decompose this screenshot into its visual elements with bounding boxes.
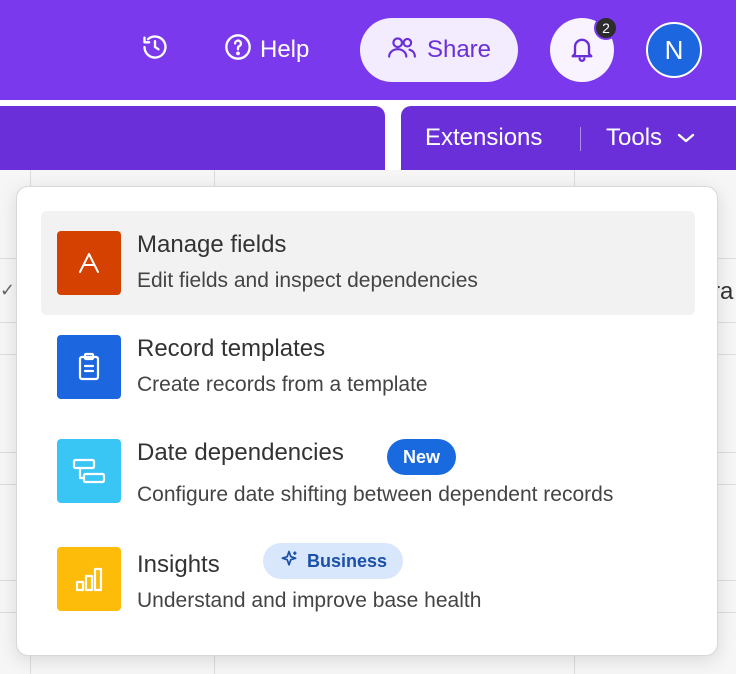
toolbar-left [0, 106, 385, 170]
extensions-button[interactable]: Extensions [425, 124, 542, 152]
menu-item-manage-fields[interactable]: Manage fields Edit fields and inspect de… [41, 211, 695, 315]
business-badge-label: Business [307, 550, 388, 571]
text-field-icon [57, 231, 121, 295]
sparkle-icon [279, 549, 299, 574]
history-icon [141, 33, 169, 66]
menu-item-record-templates[interactable]: Record templates Create records from a t… [41, 315, 695, 419]
menu-item-date-dependencies[interactable]: Date dependencies New Configure date shi… [41, 419, 695, 531]
business-badge: Business [263, 543, 404, 579]
tools-dropdown-menu: Manage fields Edit fields and inspect de… [16, 186, 718, 656]
checkbox-peek: ✓ [0, 280, 16, 300]
toolbar-divider [580, 127, 581, 151]
new-badge: New [387, 439, 457, 475]
menu-item-description: Configure date shifting between dependen… [137, 483, 614, 506]
menu-item-description: Create records from a template [137, 373, 428, 396]
bar-chart-icon [57, 547, 121, 611]
user-avatar[interactable]: N [646, 22, 702, 78]
clipboard-icon [57, 335, 121, 399]
menu-item-description: Edit fields and inspect dependencies [137, 269, 478, 292]
menu-item-title: Date dependencies [137, 439, 344, 466]
help-button[interactable]: Help [224, 30, 309, 70]
tools-label: Tools [606, 124, 663, 151]
share-label: Share [426, 36, 492, 63]
share-button[interactable]: Share [360, 18, 518, 82]
history-button[interactable] [140, 34, 170, 64]
help-icon [224, 33, 252, 68]
help-label: Help [260, 36, 310, 63]
menu-item-insights[interactable]: Insights Business Understand and improve… [41, 527, 695, 637]
chevron-down-icon [676, 124, 696, 152]
menu-item-title: Insights [137, 551, 220, 578]
menu-item-description: Understand and improve base health [137, 589, 482, 612]
menu-item-title: Manage fields [137, 231, 287, 258]
dependency-icon [57, 439, 121, 503]
notification-count-badge: 2 [594, 16, 618, 40]
bell-icon [568, 34, 596, 67]
share-people-icon [387, 34, 417, 67]
tools-button[interactable]: Tools [606, 124, 696, 152]
menu-item-title: Record templates [137, 335, 326, 362]
